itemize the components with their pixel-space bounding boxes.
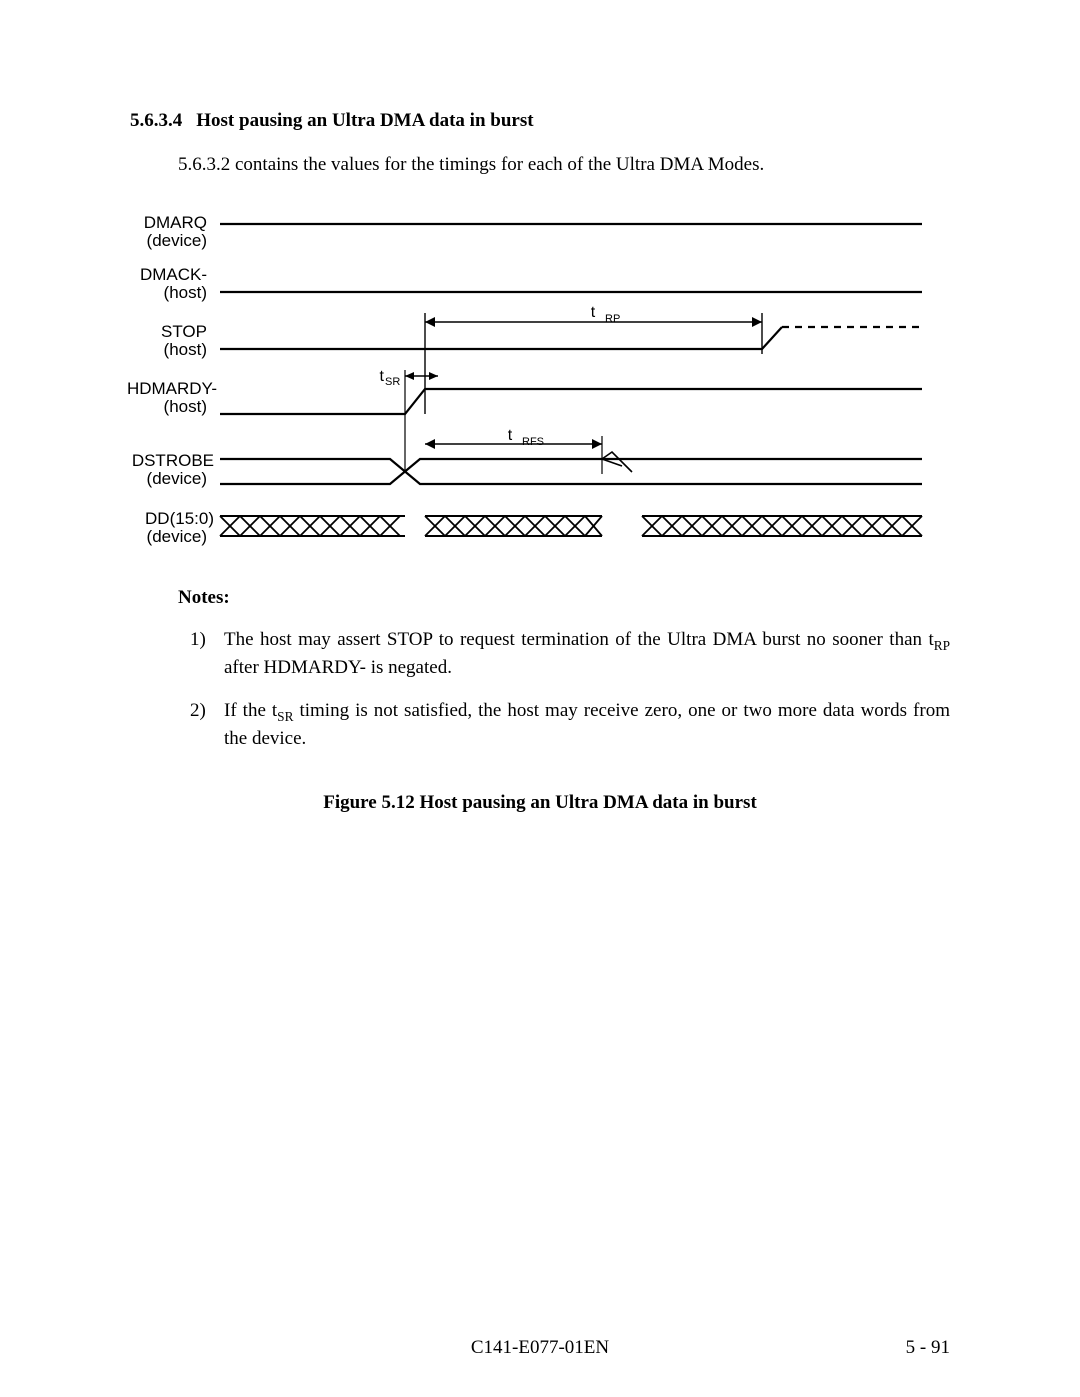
note-text: The host may assert STOP to request term… (224, 627, 950, 680)
label-trp-sub: RP (605, 313, 620, 325)
section-number: 5.6.3.4 (130, 110, 182, 132)
sig-stop-owner: (host) (164, 340, 207, 359)
note-number: 2) (190, 698, 224, 751)
label-trfs-sub: RFS (522, 436, 544, 448)
sig-dstrobe: DSTROBE (132, 451, 214, 470)
note-number: 1) (190, 627, 224, 680)
note-item: 2) If the tSR timing is not satisfied, t… (190, 698, 950, 751)
note-text: If the tSR timing is not satisfied, the … (224, 698, 950, 751)
section-title: Host pausing an Ultra DMA data in burst (196, 110, 533, 131)
sig-dstrobe-owner: (device) (147, 469, 207, 488)
label-tsr-sub: SR (385, 376, 400, 388)
section-heading: 5.6.3.4 Host pausing an Ultra DMA data in… (130, 110, 950, 132)
page-number: 5 - 91 (906, 1337, 950, 1359)
sig-dd: DD(15:0) (145, 509, 214, 528)
label-tsr: t (380, 368, 385, 385)
sig-dmarq-owner: (device) (147, 231, 207, 250)
notes-heading: Notes: (178, 587, 950, 609)
sig-stop: STOP (161, 322, 207, 341)
figure-caption: Figure 5.12 Host pausing an Ultra DMA da… (130, 792, 950, 814)
lead-paragraph: 5.6.3.2 contains the values for the timi… (178, 154, 950, 176)
label-trp: t (591, 304, 596, 321)
sig-dd-owner: (device) (147, 527, 207, 546)
sig-hdmardy-owner: (host) (164, 397, 207, 416)
sig-hdmardy: HDMARDY- (127, 379, 217, 398)
timing-diagram: DMARQ (device) DMACK- (host) STOP (host)… (122, 204, 942, 559)
sig-dmarq: DMARQ (144, 213, 207, 232)
note-item: 1) The host may assert STOP to request t… (190, 627, 950, 680)
label-trfs: t (508, 427, 513, 444)
sig-dmack: DMACK- (140, 265, 207, 284)
sig-dmack-owner: (host) (164, 283, 207, 302)
notes-list: 1) The host may assert STOP to request t… (190, 627, 950, 752)
